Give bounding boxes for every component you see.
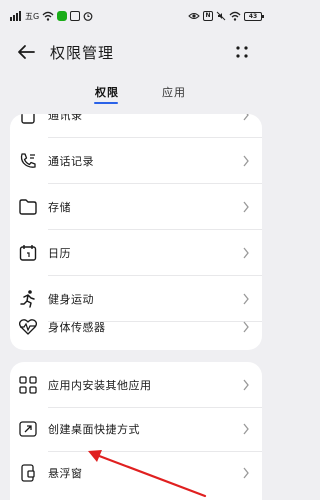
carrier-badge: 五G xyxy=(25,11,40,21)
battery-icon: 43 xyxy=(244,11,264,21)
nfc-icon: N xyxy=(203,11,213,21)
permission-item-label: 通话记录 xyxy=(48,155,94,168)
permission-item-label: 通讯录 xyxy=(48,114,83,122)
tab-indicator xyxy=(94,102,118,104)
permission-item-label: 身体传感器 xyxy=(48,321,106,334)
permission-item-body-sensors[interactable]: 身体传感器 xyxy=(10,304,262,350)
folder-icon xyxy=(19,199,37,215)
permission-item-label: 创建桌面快捷方式 xyxy=(48,423,140,436)
battery-level: 43 xyxy=(248,12,258,20)
permission-item-label: 应用内安装其他应用 xyxy=(48,379,152,392)
calendar-icon xyxy=(19,245,37,261)
contacts-icon xyxy=(21,114,35,124)
chevron-right-icon xyxy=(243,155,249,167)
chat-icon xyxy=(57,11,68,21)
permission-item-calendar[interactable]: 日历 xyxy=(10,230,262,276)
wifi-icon xyxy=(42,11,54,21)
permission-item-contacts[interactable]: 通讯录 xyxy=(10,114,262,138)
eye-icon xyxy=(188,13,200,19)
tab-bar: 权限 应用 xyxy=(0,80,272,106)
alarm-icon xyxy=(83,12,93,21)
chevron-right-icon xyxy=(243,321,249,333)
permission-group-2: 应用内安装其他应用 创建桌面快捷方式 悬浮窗 xyxy=(10,362,262,500)
mute-icon xyxy=(216,11,226,21)
floating-window-icon xyxy=(21,464,35,482)
chevron-right-icon xyxy=(243,379,249,391)
permission-group-1: 通讯录 通话记录 存储 日历 健身运动 身体传感器 xyxy=(10,114,262,350)
permission-item-label: 日历 xyxy=(48,247,71,260)
permission-item-storage[interactable]: 存储 xyxy=(10,184,262,230)
page-title: 权限管理 xyxy=(50,44,115,62)
back-arrow-icon[interactable] xyxy=(14,40,38,64)
shortcut-icon xyxy=(19,421,37,437)
wifi-status-icon xyxy=(229,11,241,21)
tab-permissions[interactable]: 权限 xyxy=(95,84,119,100)
call-log-icon xyxy=(20,153,36,168)
permission-item-install-apps[interactable]: 应用内安装其他应用 xyxy=(10,362,262,408)
signal-icon xyxy=(10,11,21,21)
permission-item-label: 悬浮窗 xyxy=(48,467,83,480)
install-apps-icon xyxy=(19,376,37,394)
chevron-right-icon xyxy=(243,114,249,121)
tab-apps[interactable]: 应用 xyxy=(162,84,186,100)
app-header: 权限管理 xyxy=(0,32,272,74)
permission-item-floating-window[interactable]: 悬浮窗 xyxy=(10,450,262,496)
permission-item-label: 存储 xyxy=(48,201,71,214)
permission-item-shortcut[interactable]: 创建桌面快捷方式 xyxy=(10,406,262,452)
chevron-right-icon xyxy=(243,467,249,479)
more-dots-icon[interactable] xyxy=(232,40,252,64)
permission-item-call-log[interactable]: 通话记录 xyxy=(10,138,262,184)
heart-rate-icon xyxy=(18,319,38,335)
chevron-right-icon xyxy=(243,423,249,435)
chevron-right-icon xyxy=(243,201,249,213)
status-bar: 五G N 43 xyxy=(0,0,272,32)
message-icon xyxy=(70,11,81,21)
chevron-right-icon xyxy=(243,247,249,259)
